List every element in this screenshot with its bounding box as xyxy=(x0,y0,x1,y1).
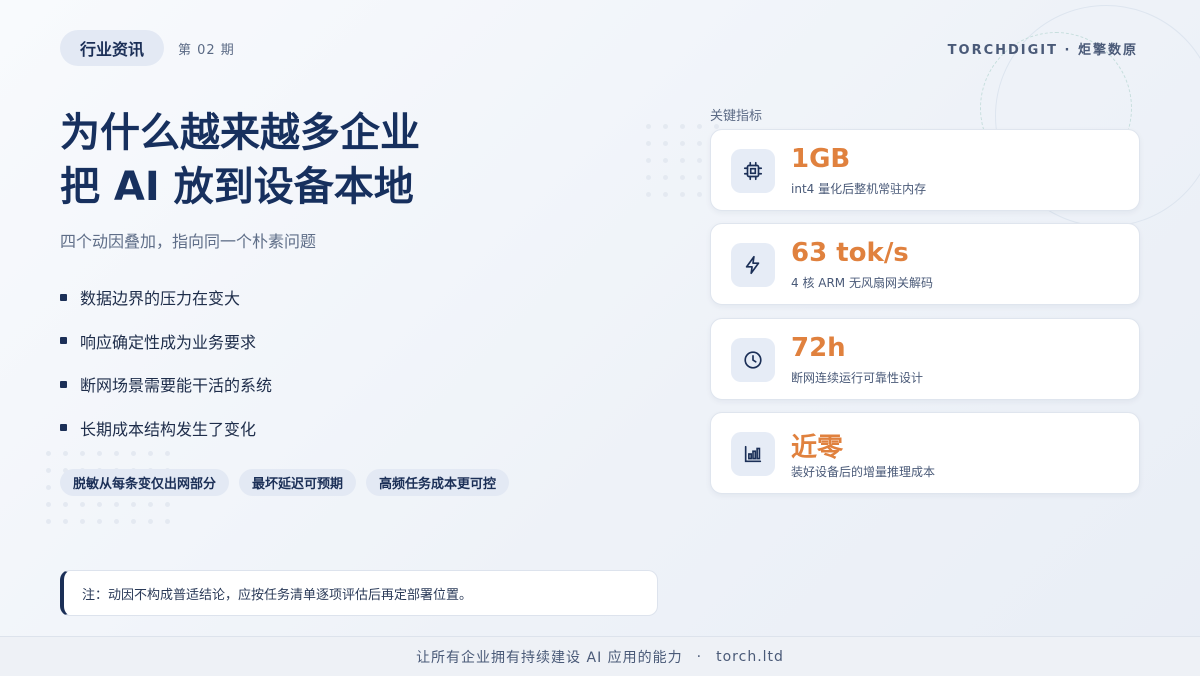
issue-number: 第 02 期 xyxy=(178,43,235,58)
bullet-icon xyxy=(60,424,67,431)
decorative-dot xyxy=(148,502,153,507)
decorative-dot xyxy=(46,451,51,456)
metric-description: int4 量化后整机常驻内存 xyxy=(791,182,927,196)
chip-group: 脱敏从每条变仅出网部分 最坏延迟可预期 高频任务成本更可控 xyxy=(60,469,510,496)
bullet-icon xyxy=(60,337,67,344)
decorative-dot xyxy=(80,519,85,524)
decorative-dot xyxy=(97,502,102,507)
subtitle: 四个动因叠加，指向同一个朴素问题 xyxy=(60,232,317,251)
metric-card: 72h 断网连续运行可靠性设计 xyxy=(710,318,1140,400)
decorative-dot xyxy=(680,192,685,197)
page-title: 为什么越来越多企业 把 AI 放到设备本地 xyxy=(60,106,420,214)
list-item-text: 数据边界的压力在变大 xyxy=(80,289,241,308)
list-item: 长期成本结构发生了变化 xyxy=(60,417,272,439)
metric-value: 63 tok/s xyxy=(791,238,909,268)
category-tag: 行业资讯 xyxy=(60,30,164,66)
decorative-dot xyxy=(697,124,702,129)
bullet-icon xyxy=(60,380,67,388)
list-item: 响应确定性成为业务要求 xyxy=(60,330,272,352)
decorative-dot xyxy=(663,175,668,180)
list-item-text: 响应确定性成为业务要求 xyxy=(80,332,257,352)
decorative-dot xyxy=(165,519,170,524)
decorative-dot xyxy=(714,124,719,129)
metric-card: 近零 装好设备后的增量推理成本 xyxy=(710,412,1140,494)
decorative-dot xyxy=(131,502,136,507)
list-item-text: 长期成本结构发生了变化 xyxy=(80,419,257,439)
decorative-dot xyxy=(114,519,119,524)
list-item: 断网场景需要能干活的系统 xyxy=(60,373,272,395)
decorative-dot xyxy=(663,158,668,163)
reason-list: 数据边界的压力在变大 响应确定性成为业务要求 断网场景需要能干活的系统 长期成本… xyxy=(60,286,272,460)
metric-value: 1GB xyxy=(791,144,851,174)
decorative-dot xyxy=(663,141,668,146)
bullet-icon xyxy=(60,293,67,301)
decorative-dot xyxy=(680,175,685,180)
clock-icon xyxy=(731,338,775,382)
decorative-dot xyxy=(697,158,702,163)
decorative-dot xyxy=(646,124,651,129)
list-item: 数据边界的压力在变大 xyxy=(60,286,272,308)
decorative-dot xyxy=(646,158,651,163)
metric-value: 近零 xyxy=(791,433,844,463)
decorative-dot xyxy=(63,519,68,524)
decorative-dot xyxy=(63,502,68,507)
decorative-dot xyxy=(46,519,51,524)
decorative-dot xyxy=(697,141,702,146)
list-item-text: 断网场景需要能干活的系统 xyxy=(80,376,273,395)
title-line: 为什么越来越多企业 xyxy=(60,110,420,156)
decorative-dot xyxy=(663,124,668,129)
decorative-dot xyxy=(80,502,85,507)
metric-value: 72h xyxy=(791,333,846,363)
metric-description: 断网连续运行可靠性设计 xyxy=(791,371,924,385)
chip: 最坏延迟可预期 xyxy=(239,469,357,496)
decorative-dot xyxy=(46,485,51,490)
decorative-dot xyxy=(697,175,702,180)
brand-name: TORCHDIGIT · 炬擎数原 xyxy=(947,43,1138,58)
chip: 高频任务成本更可控 xyxy=(366,469,510,496)
footer-slogan: 让所有企业拥有持续建设 AI 应用的能力 xyxy=(416,649,683,666)
decorative-dot xyxy=(114,502,119,507)
decorative-dot xyxy=(97,519,102,524)
title-line: 把 AI 放到设备本地 xyxy=(60,164,414,210)
decorative-dot xyxy=(46,468,51,473)
decorative-dot xyxy=(697,192,702,197)
lightning-icon xyxy=(731,243,775,287)
decorative-dot xyxy=(131,519,136,524)
metric-card: 63 tok/s 4 核 ARM 无风扇网关解码 xyxy=(710,223,1140,305)
decorative-dot xyxy=(646,141,651,146)
decorative-dot xyxy=(680,124,685,129)
bar-chart-icon xyxy=(731,432,775,476)
footer: 让所有企业拥有持续建设 AI 应用的能力 · torch.ltd xyxy=(0,636,1200,676)
decorative-dot xyxy=(680,141,685,146)
metrics-label: 关键指标 xyxy=(710,109,763,124)
decorative-dot xyxy=(663,192,668,197)
decorative-dot xyxy=(646,192,651,197)
decorative-dot xyxy=(680,158,685,163)
decorative-dot xyxy=(46,502,51,507)
metric-card: 1GB int4 量化后整机常驻内存 xyxy=(710,129,1140,211)
metric-description: 装好设备后的增量推理成本 xyxy=(791,465,936,479)
footer-link[interactable]: torch.ltd xyxy=(716,649,784,665)
chip: 脱敏从每条变仅出网部分 xyxy=(60,469,230,496)
decorative-dot xyxy=(148,519,153,524)
decorative-dot xyxy=(646,175,651,180)
metric-description: 4 核 ARM 无风扇网关解码 xyxy=(791,276,933,290)
footer-separator: · xyxy=(696,648,703,665)
footnote-box: 注：动因不构成普适结论，应按任务清单逐项评估后再定部署位置。 xyxy=(60,570,658,616)
chip-icon xyxy=(731,149,775,193)
decorative-dot xyxy=(165,502,170,507)
